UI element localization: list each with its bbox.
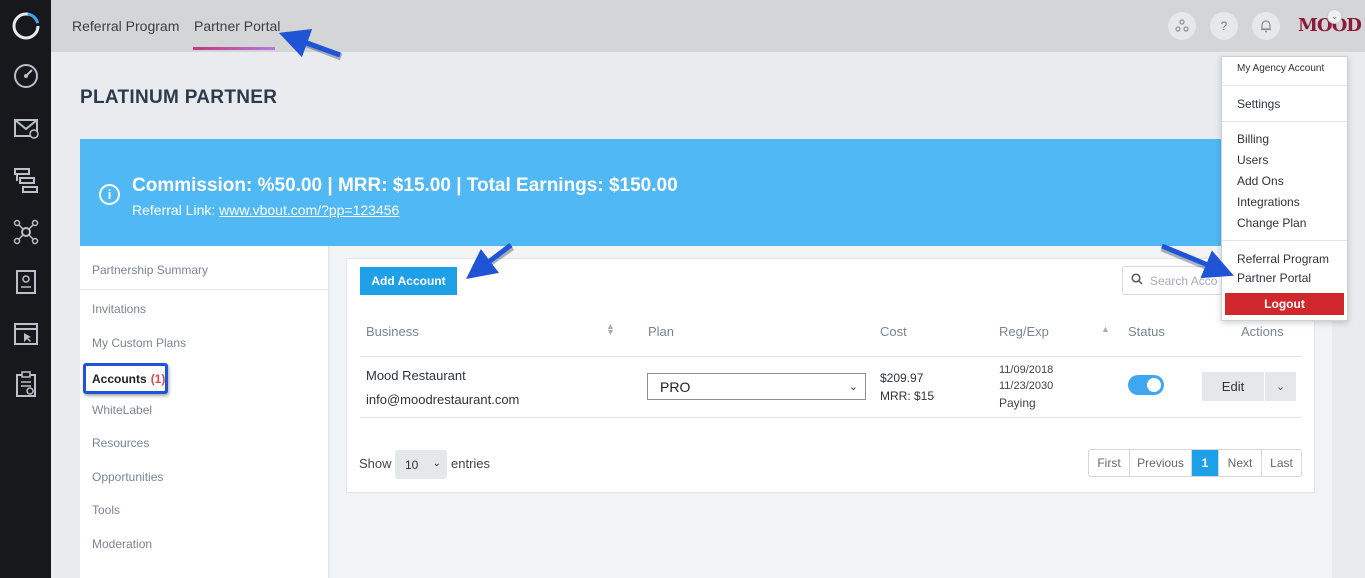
column-header-reg-exp[interactable]: Reg/Exp bbox=[999, 324, 1049, 339]
sidenav-item-whitelabel[interactable]: WhiteLabel bbox=[92, 403, 152, 417]
expiration-date: 11/23/2030 bbox=[999, 380, 1054, 392]
user-dropdown-menu: My Agency Account Settings Billing Users… bbox=[1221, 56, 1348, 321]
sidenav-item-resources[interactable]: Resources bbox=[92, 436, 149, 450]
sidenav-item-label: Accounts bbox=[92, 371, 147, 386]
pager-first[interactable]: First bbox=[1089, 450, 1130, 476]
sort-asc-icon[interactable]: ▲ bbox=[1101, 325, 1110, 334]
menu-item-integrations[interactable]: Integrations bbox=[1237, 195, 1300, 209]
search-input[interactable]: Search Acco bbox=[1122, 266, 1222, 295]
plan-select-value: PRO bbox=[660, 378, 691, 395]
pager-previous[interactable]: Previous bbox=[1130, 450, 1192, 476]
menu-item-partner-portal[interactable]: Partner Portal bbox=[1237, 271, 1311, 285]
contacts-icon[interactable] bbox=[10, 266, 42, 298]
sort-icon[interactable]: ▲ ▼ bbox=[606, 322, 615, 337]
column-header-cost[interactable]: Cost bbox=[880, 324, 907, 339]
active-tab-indicator bbox=[193, 47, 275, 50]
referral-link-label: Referral Link: bbox=[132, 202, 220, 218]
business-name: Mood Restaurant bbox=[366, 368, 466, 383]
pager-page-1[interactable]: 1 bbox=[1192, 450, 1219, 476]
sidenav-item-accounts[interactable]: Accounts (1) bbox=[83, 363, 168, 394]
menu-header-agency-account[interactable]: My Agency Account bbox=[1237, 63, 1324, 74]
menu-item-users[interactable]: Users bbox=[1237, 153, 1268, 167]
divider bbox=[360, 356, 1302, 357]
divider bbox=[1222, 121, 1347, 122]
column-header-actions: Actions bbox=[1241, 324, 1284, 339]
toggle-knob bbox=[1147, 378, 1161, 392]
referral-link-line: Referral Link: www.vbout.com/?pp=123456 bbox=[132, 202, 399, 218]
sidenav-item-partnership-summary[interactable]: Partnership Summary bbox=[92, 263, 208, 277]
entries-label: entries bbox=[451, 456, 491, 471]
mrr-value: MRR: $15 bbox=[880, 389, 935, 403]
edit-button[interactable]: Edit bbox=[1202, 372, 1264, 401]
left-icon-rail bbox=[0, 0, 51, 578]
help-icon[interactable]: ? bbox=[1210, 12, 1238, 40]
menu-item-change-plan[interactable]: Change Plan bbox=[1237, 216, 1306, 230]
divider bbox=[1222, 85, 1347, 86]
add-account-button[interactable]: Add Account bbox=[360, 267, 457, 295]
tab-referral-program[interactable]: Referral Program bbox=[72, 18, 179, 34]
chevron-down-icon[interactable]: ⌄ bbox=[1327, 9, 1342, 24]
accounts-count-badge: (1) bbox=[150, 371, 166, 386]
sidenav-item-tools[interactable]: Tools bbox=[92, 503, 120, 517]
business-email: info@moodrestaurant.com bbox=[366, 392, 520, 407]
page-title: PLATINUM PARTNER bbox=[80, 87, 278, 108]
menu-item-settings[interactable]: Settings bbox=[1237, 97, 1280, 111]
search-icon bbox=[1131, 273, 1143, 288]
entries-select-value: 10 bbox=[405, 457, 419, 472]
account-state: Paying bbox=[999, 396, 1036, 410]
pagination: First Previous 1 Next Last bbox=[1088, 449, 1302, 477]
plan-select[interactable]: PRO ⌄ bbox=[647, 373, 866, 400]
sidenav-item-invitations[interactable]: Invitations bbox=[92, 302, 146, 316]
email-icon[interactable] bbox=[10, 112, 42, 144]
clipboard-icon[interactable] bbox=[10, 368, 42, 400]
banner-headline: Commission: %50.00 | MRR: $15.00 | Total… bbox=[132, 175, 678, 196]
registration-date: 11/09/2018 bbox=[999, 364, 1054, 376]
sidenav-item-opportunities[interactable]: Opportunities bbox=[92, 470, 163, 484]
menu-item-referral-program[interactable]: Referral Program bbox=[1237, 252, 1329, 266]
divider bbox=[80, 289, 329, 290]
chevron-down-icon[interactable]: ⌄ bbox=[1265, 372, 1296, 401]
cost-value: $209.97 bbox=[880, 371, 924, 385]
dashboard-gauge-icon[interactable] bbox=[10, 60, 42, 92]
menu-item-add-ons[interactable]: Add Ons bbox=[1237, 174, 1284, 188]
commission-banner: i Commission: %50.00 | MRR: $15.00 | Tot… bbox=[80, 139, 1332, 246]
sidenav-item-moderation[interactable]: Moderation bbox=[92, 537, 152, 551]
sidenav-item-custom-plans[interactable]: My Custom Plans bbox=[92, 336, 186, 350]
tab-partner-portal[interactable]: Partner Portal bbox=[194, 18, 280, 34]
logout-button[interactable]: Logout bbox=[1225, 293, 1344, 315]
top-bar: Referral Program Partner Portal ? bbox=[51, 0, 1365, 52]
chevron-down-icon: ⌄ bbox=[432, 458, 441, 469]
show-label: Show bbox=[359, 456, 392, 471]
network-icon[interactable] bbox=[10, 216, 42, 248]
workflow-icon[interactable] bbox=[10, 164, 42, 196]
share-icon[interactable] bbox=[1168, 12, 1196, 40]
info-icon: i bbox=[99, 184, 120, 205]
divider bbox=[360, 417, 1302, 418]
status-toggle[interactable] bbox=[1128, 375, 1164, 395]
search-placeholder: Search Acco bbox=[1150, 273, 1218, 288]
pager-next[interactable]: Next bbox=[1219, 450, 1262, 476]
menu-item-billing[interactable]: Billing bbox=[1237, 132, 1269, 146]
column-header-business[interactable]: Business bbox=[366, 324, 419, 339]
divider bbox=[1222, 240, 1347, 241]
column-header-plan[interactable]: Plan bbox=[648, 324, 674, 339]
bell-icon[interactable] bbox=[1252, 12, 1280, 40]
entries-select[interactable]: 10 ⌄ bbox=[395, 450, 447, 479]
referral-link[interactable]: www.vbout.com/?pp=123456 bbox=[219, 202, 399, 218]
web-pointer-icon[interactable] bbox=[10, 318, 42, 350]
app-logo-icon[interactable] bbox=[10, 10, 42, 42]
partner-sidenav: Partnership Summary Invitations My Custo… bbox=[80, 246, 329, 578]
column-header-status[interactable]: Status bbox=[1128, 324, 1165, 339]
pager-last[interactable]: Last bbox=[1262, 450, 1301, 476]
chevron-down-icon: ⌄ bbox=[848, 381, 858, 393]
